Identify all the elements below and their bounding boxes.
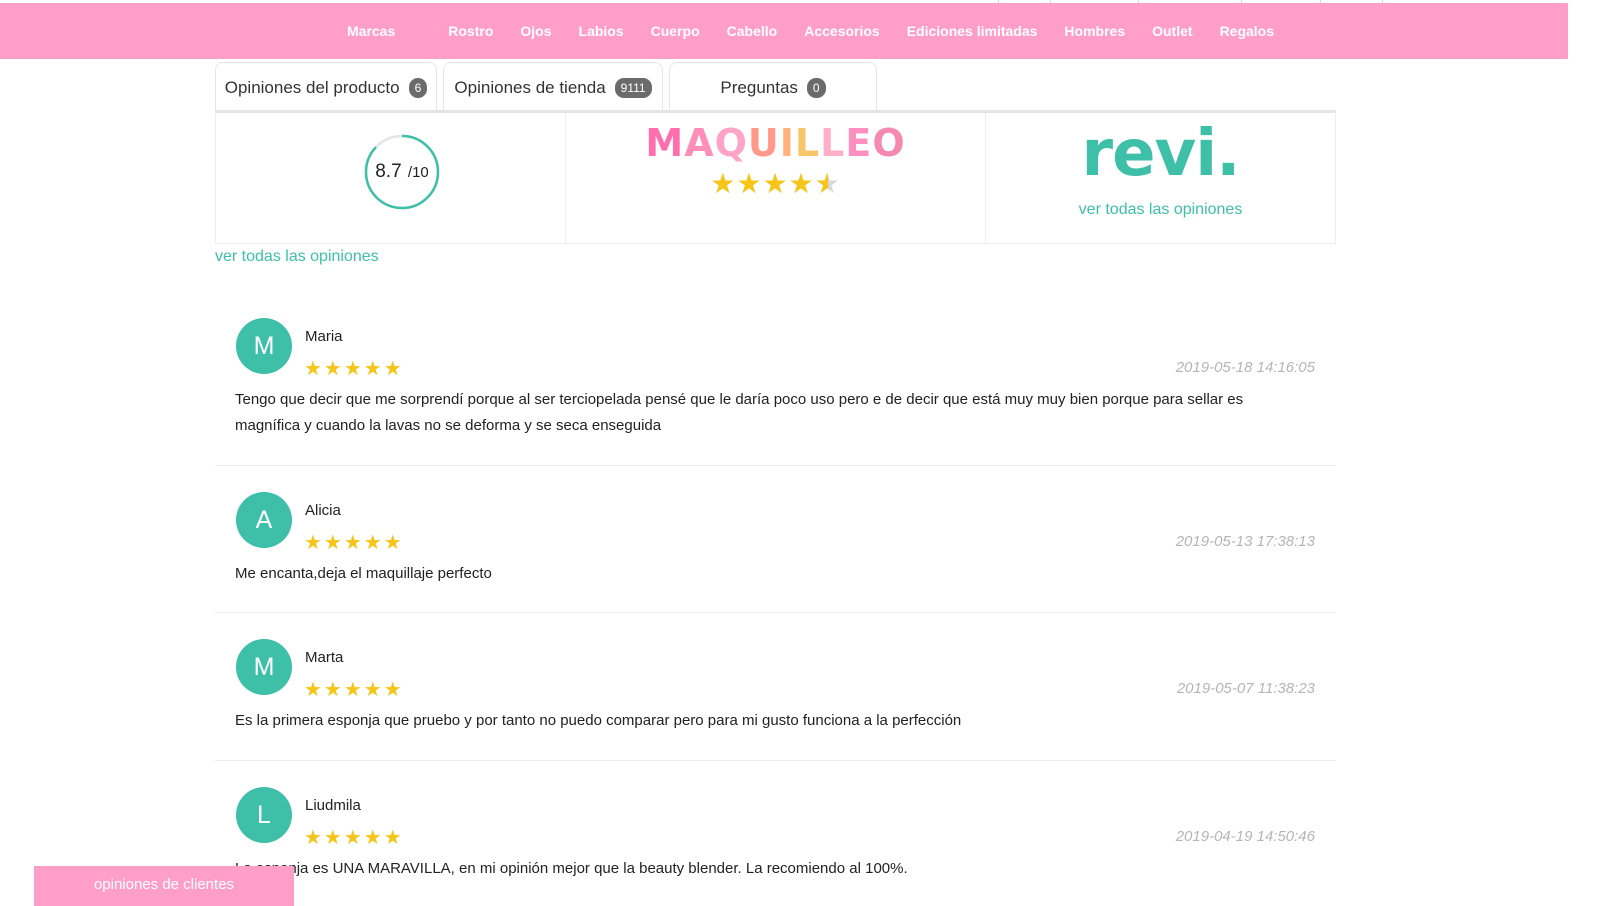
- count-badge: 6: [408, 77, 428, 98]
- brand-star-rating: ★★★★★: [566, 167, 985, 200]
- count-badge: 9111: [614, 77, 652, 98]
- revi-all-reviews-link[interactable]: ver todas las opiniones: [986, 201, 1335, 219]
- review-date: 2019-05-18 14:16:05: [1175, 359, 1315, 376]
- brand-logo-letter: A: [684, 121, 715, 165]
- star-icon: ★: [736, 168, 763, 199]
- avatar: A: [236, 492, 292, 548]
- reviewer-name: Maria: [305, 328, 343, 345]
- tab-questions[interactable]: Preguntas 0: [669, 62, 877, 112]
- brand-panel: MAQUILLEO ★★★★★: [566, 113, 986, 243]
- review-stars: ★★★★★: [304, 827, 404, 849]
- review-stars: ★★★★★: [304, 358, 404, 380]
- divider: [215, 612, 1336, 613]
- nav-item-accesorios[interactable]: Accesorios: [804, 23, 879, 39]
- star-icon: ★: [762, 168, 789, 199]
- nav-item-cabello[interactable]: Cabello: [727, 23, 778, 39]
- nav-item-regalos[interactable]: Regalos: [1220, 23, 1274, 39]
- review-text: Me encanta,deja el maquillaje perfecto: [235, 565, 492, 582]
- avatar: M: [236, 318, 292, 374]
- brand-logo-letter: Q: [714, 121, 748, 165]
- review-date: 2019-05-07 11:38:23: [1176, 680, 1315, 697]
- main-nav: Marcas Rostro Ojos Labios Cuerpo Cabello…: [0, 3, 1568, 59]
- brand-logo-letter: I: [779, 121, 795, 165]
- review-date: 2019-05-13 17:38:13: [1175, 533, 1315, 550]
- review-text: Tengo que decir que me sorprendí porque …: [235, 391, 1244, 434]
- star-icon: ★: [788, 168, 815, 199]
- avatar: M: [236, 639, 292, 695]
- nav-item-cuerpo[interactable]: Cuerpo: [651, 23, 700, 39]
- brand-logo-letter: E: [845, 121, 873, 165]
- review-tabs: Opiniones del producto 6 Opiniones de ti…: [215, 62, 883, 112]
- nav-item-ojos[interactable]: Ojos: [520, 23, 551, 39]
- review-item: M Marta ★★★★★ 2019-05-07 11:38:23 Es la …: [215, 621, 1336, 761]
- nav-item-rostro[interactable]: Rostro: [448, 23, 493, 39]
- reviewer-name: Liudmila: [305, 797, 361, 814]
- customer-reviews-tab[interactable]: opiniones de clientes: [34, 866, 294, 906]
- avatar: L: [236, 787, 292, 843]
- review-stars: ★★★★★: [304, 532, 404, 554]
- brand-logo-letter: L: [820, 121, 846, 165]
- tab-store-reviews[interactable]: Opiniones de tienda 9111: [443, 62, 663, 112]
- brand-logo-letter: L: [794, 121, 821, 165]
- review-text: Es la primera esponja que pruebo y por t…: [235, 712, 962, 729]
- tab-label: Preguntas: [720, 77, 798, 97]
- maquilleo-logo: MAQUILLEO: [566, 121, 985, 165]
- nav-item-marcas[interactable]: Marcas: [347, 23, 395, 39]
- brand-logo-letter: M: [645, 121, 685, 165]
- star-icon: ★: [814, 168, 841, 199]
- nav-item-labios[interactable]: Labios: [579, 23, 624, 39]
- review-text: La esponja es UNA MARAVILLA, en mi opini…: [235, 860, 908, 877]
- star-icon: ★: [710, 168, 737, 199]
- review-stars: ★★★★★: [304, 679, 404, 701]
- tab-label: Opiniones de tienda: [454, 77, 606, 97]
- brand-logo-letter: U: [747, 121, 780, 165]
- rating-summary: 8.7 /10 MAQUILLEO ★★★★★ revi. ver todas …: [215, 110, 1336, 244]
- review-date: 2019-04-19 14:50:46: [1175, 828, 1315, 845]
- divider: [215, 465, 1336, 466]
- reviewer-name: Alicia: [305, 502, 341, 519]
- all-reviews-link[interactable]: ver todas las opiniones: [215, 248, 379, 266]
- reviewer-name: Marta: [305, 649, 344, 666]
- review-item: M Maria ★★★★★ 2019-05-18 14:16:05 Tengo …: [215, 300, 1336, 466]
- revi-panel: revi. ver todas las opiniones: [986, 113, 1335, 243]
- tab-label: Opiniones del producto: [224, 77, 400, 97]
- score-value: 8.7 /10: [363, 133, 441, 211]
- score-panel: 8.7 /10: [216, 113, 566, 243]
- revi-logo: revi.: [1081, 117, 1241, 191]
- score-denominator: /10: [407, 163, 429, 181]
- count-badge: 0: [806, 77, 826, 98]
- nav-item-hombres[interactable]: Hombres: [1064, 23, 1125, 39]
- page-right-margin: [1568, 0, 1600, 900]
- nav-item-ediciones-limitadas[interactable]: Ediciones limitadas: [907, 23, 1038, 39]
- nav-item-outlet[interactable]: Outlet: [1152, 23, 1192, 39]
- divider: [215, 760, 1336, 761]
- score-number: 8.7: [375, 161, 402, 182]
- review-item: A Alicia ★★★★★ 2019-05-13 17:38:13 Me en…: [215, 474, 1336, 613]
- tab-product-reviews[interactable]: Opiniones del producto 6: [215, 62, 437, 112]
- review-item: L Liudmila ★★★★★ 2019-04-19 14:50:46 La …: [215, 769, 1336, 900]
- brand-logo-letter: O: [872, 121, 906, 165]
